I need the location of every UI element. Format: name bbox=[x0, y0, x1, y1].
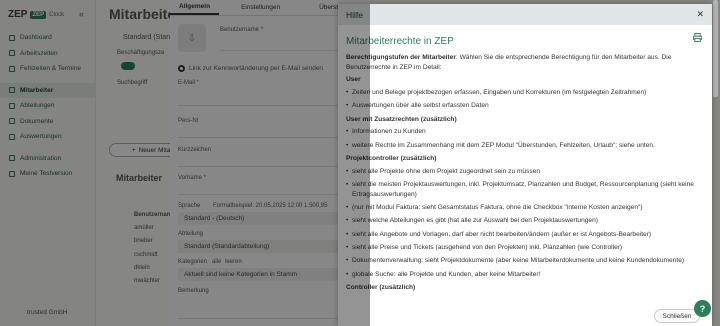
help-button[interactable]: ? bbox=[694, 300, 711, 317]
list-item: sieht alle Angebote und Vorlagen, darf a… bbox=[346, 230, 704, 240]
list-item: sieht die meisten Projektauswertungen, i… bbox=[346, 180, 704, 199]
password-link-radio[interactable] bbox=[178, 65, 185, 72]
persnr-label: Pers-Nr bbox=[178, 118, 199, 124]
close-icon[interactable]: ✕ bbox=[696, 9, 704, 20]
list-item: sieht alle Projekte ohne dem Projekt zug… bbox=[346, 167, 704, 177]
list-item: Informationen zu Kunden bbox=[346, 127, 704, 137]
abteilung-label: Abteilung bbox=[178, 231, 204, 237]
tab-allgemein[interactable]: Allgemein bbox=[170, 0, 220, 15]
list-item: sieht alle Preise und Tickets (ausgehend… bbox=[346, 243, 704, 253]
section-heading-controller: Controller (zusätzlich) bbox=[346, 284, 416, 292]
list-item: Dokumentenverwaltung: sieht Projektdokum… bbox=[346, 256, 704, 266]
close-button[interactable]: Schließen bbox=[654, 309, 700, 323]
help-dialog: Hilfe ✕ Mitarbeiterrechte in ZEP Berecht… bbox=[338, 4, 712, 326]
print-icon[interactable] bbox=[693, 33, 702, 42]
list-item: Zeiten und Belege projektbezogen erfasse… bbox=[346, 88, 704, 98]
scrollbar[interactable] bbox=[713, 0, 718, 97]
avatar[interactable]: ⇩ bbox=[178, 24, 206, 52]
kategorien-label: Kategorien bbox=[178, 259, 208, 265]
bemerkung-label: Bemerkung bbox=[178, 288, 209, 294]
section-list-user-extra: Informationen zu Kunden weitere Rechte i… bbox=[346, 127, 704, 150]
kurzzeichen-label: Kurzzeichen bbox=[178, 147, 212, 153]
section-list-projektcontroller: sieht alle Projekte ohne dem Projekt zug… bbox=[346, 167, 704, 280]
help-title: Mitarbeiterrechte in ZEP bbox=[346, 36, 454, 47]
sprache-label: Sprache bbox=[178, 203, 201, 209]
vorname-label: Vorname * bbox=[178, 175, 207, 181]
format-example: Formatbeispiel: 20.05.2025 12:00 1.500,9… bbox=[213, 203, 328, 209]
dialog-title: Hilfe bbox=[346, 9, 364, 20]
section-heading-projektcontroller: Projektcontroller (zusätzlich) bbox=[346, 154, 437, 162]
help-intro: Berechtigungstufen der Mitarbeiter: Wähl… bbox=[346, 53, 704, 72]
password-link-label: Link zur Kennwortänderung per E-Mail sen… bbox=[189, 65, 324, 72]
list-item: sieht welche Abteilungen es gibt (hat al… bbox=[346, 216, 704, 226]
help-intro-bold: Berechtigungstufen der Mitarbeiter bbox=[346, 54, 456, 61]
tab-einstellungen[interactable]: Einstellungen bbox=[219, 0, 289, 15]
list-item: weitere Rechte im Zusammenhang mit dem Z… bbox=[346, 141, 704, 151]
list-item: Auswertungen über alle selbst erfassten … bbox=[346, 101, 704, 111]
list-item: (nur mit Modul Faktura: sieht Gesamtstat… bbox=[346, 203, 704, 213]
dialog-body: Mitarbeiterrechte in ZEP Berechtigungstu… bbox=[338, 25, 712, 326]
section-heading-user: User bbox=[346, 76, 361, 84]
list-item: globale Suche: alle Projekte und Kunden,… bbox=[346, 270, 704, 280]
benutzername-label: Benutzername * bbox=[220, 27, 264, 33]
section-list-user: Zeiten und Belege projektbezogen erfasse… bbox=[346, 88, 704, 111]
email-label: E-Mail * bbox=[178, 80, 200, 86]
kategorien-alle-link[interactable]: alle bbox=[212, 259, 221, 265]
section-heading-user-extra: User mit Zusatzrechten (zusätzlich) bbox=[346, 115, 457, 123]
kategorien-leeren-link[interactable]: leeren bbox=[225, 259, 242, 265]
user-upload-icon: ⇩ bbox=[187, 32, 197, 44]
dialog-header: Hilfe ✕ bbox=[338, 4, 712, 25]
